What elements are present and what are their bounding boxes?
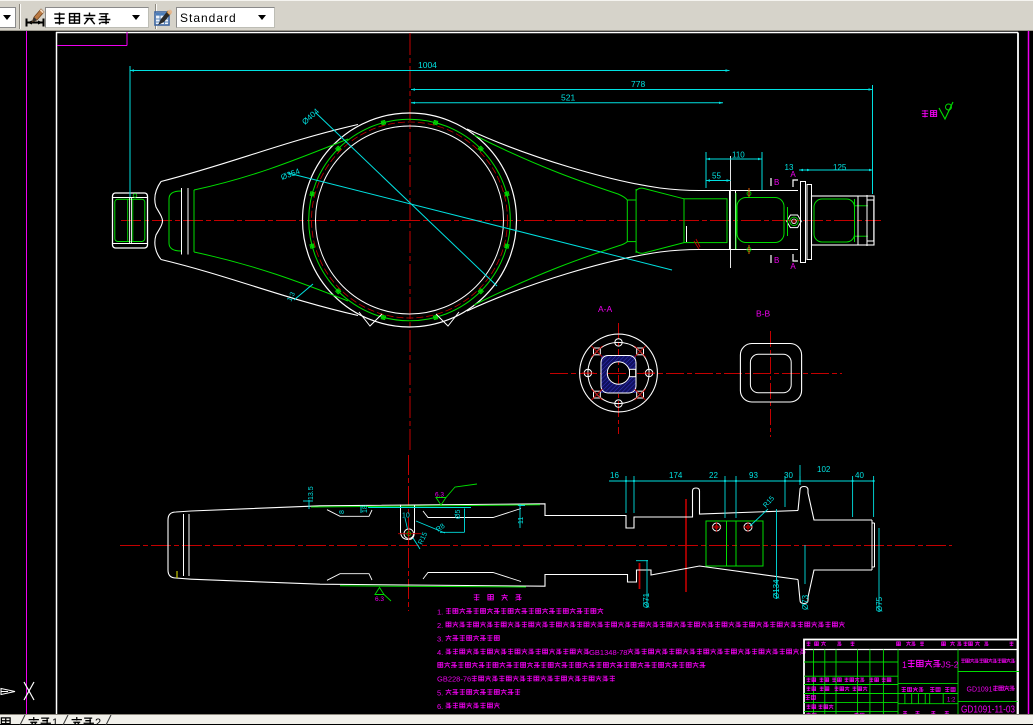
svg-text:30: 30 (784, 471, 793, 480)
svg-text:A-A: A-A (598, 304, 613, 314)
svg-text:102: 102 (817, 465, 831, 474)
svg-text:11: 11 (518, 517, 525, 524)
svg-text:3.: 3. (437, 634, 443, 643)
svg-text:5.: 5. (437, 688, 443, 697)
svg-text:A: A (790, 170, 796, 179)
svg-text:Ø71: Ø71 (642, 592, 651, 608)
svg-text:18: 18 (362, 505, 369, 513)
svg-text:1.: 1. (437, 607, 443, 616)
svg-text:93: 93 (749, 471, 758, 480)
svg-text:125: 125 (833, 163, 847, 172)
svg-text:6.: 6. (437, 702, 443, 711)
svg-text:4.: 4. (437, 648, 443, 657)
svg-text:B: B (774, 178, 779, 187)
svg-text:13.5: 13.5 (308, 486, 315, 500)
svg-text:GD1091-: GD1091- (967, 687, 996, 694)
svg-text:10: 10 (402, 513, 410, 520)
svg-text:Ø5: Ø5 (455, 510, 462, 519)
svg-text:2.: 2. (437, 621, 443, 630)
svg-text:1004: 1004 (418, 60, 437, 70)
svg-text:8: 8 (339, 510, 346, 514)
svg-text:Ø134: Ø134 (772, 579, 781, 599)
svg-text:16: 16 (610, 471, 619, 480)
svg-text:521: 521 (561, 93, 575, 103)
svg-text:40: 40 (855, 471, 864, 480)
svg-text:778: 778 (631, 79, 645, 89)
svg-text:110: 110 (732, 151, 745, 160)
svg-text:1:2: 1:2 (947, 698, 956, 704)
svg-text:JS-2: JS-2 (941, 660, 959, 670)
svg-text:B-B: B-B (756, 309, 771, 319)
svg-text:Ø73: Ø73 (801, 594, 810, 610)
svg-text:22: 22 (709, 471, 718, 480)
svg-text:Ø75: Ø75 (875, 596, 884, 612)
svg-text:6.3: 6.3 (375, 596, 384, 603)
svg-text:GB228-76: GB228-76 (437, 675, 471, 684)
svg-text:GB1348-78: GB1348-78 (589, 648, 627, 657)
svg-text:55: 55 (712, 172, 721, 181)
svg-text:A: A (790, 262, 796, 271)
svg-text:174: 174 (669, 471, 683, 480)
svg-text:1: 1 (902, 660, 907, 670)
svg-text:B: B (774, 256, 779, 265)
